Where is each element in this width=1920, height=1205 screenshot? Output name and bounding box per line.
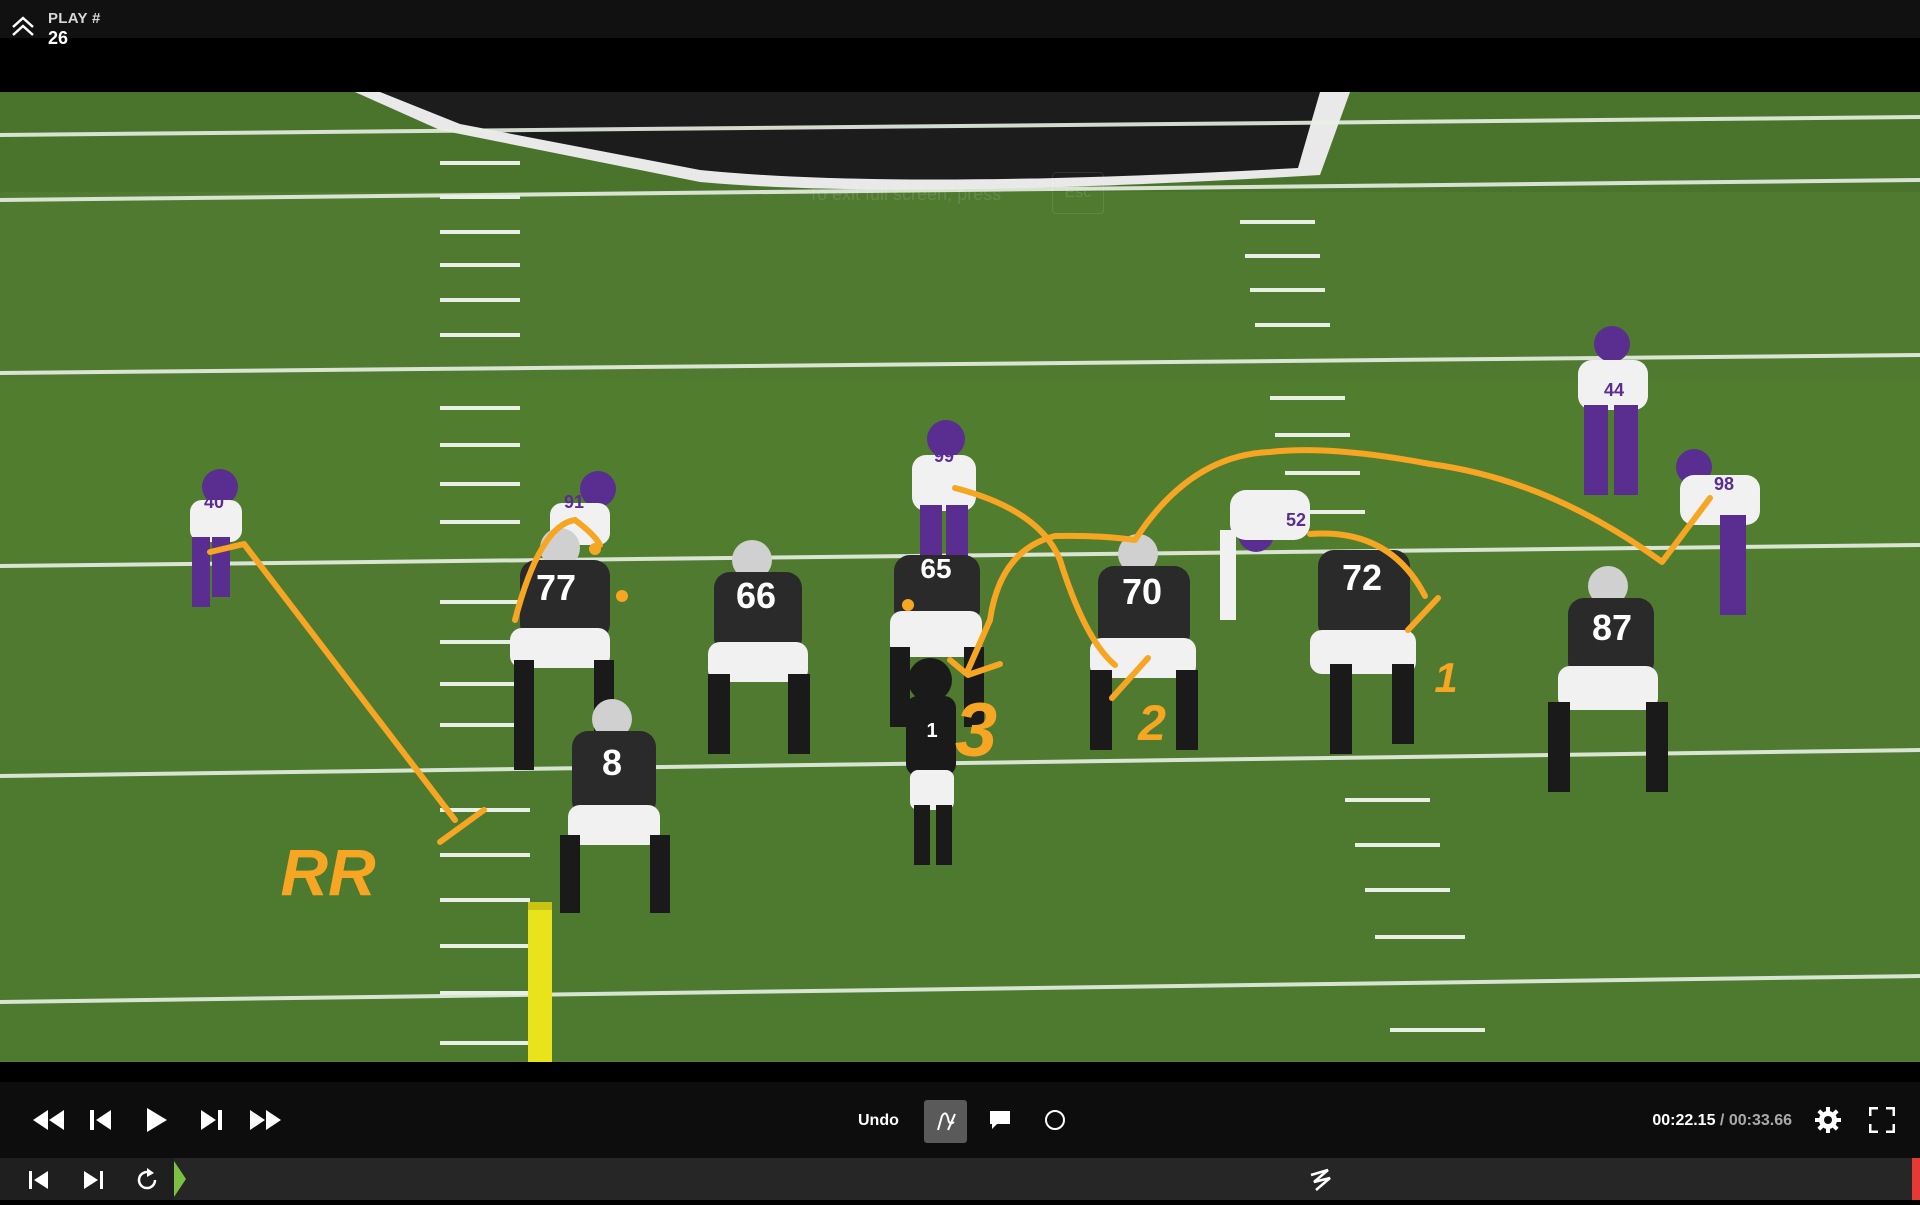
fullscreen-hint-key: Esc [1052, 172, 1104, 214]
jersey-number: 72 [1342, 557, 1382, 598]
video-frame[interactable]: 77 66 65 70 72 87 8 1 40 91 99 52 98 44 [0, 92, 1920, 1062]
top-bar: PLAY # 26 [0, 0, 1920, 48]
fullscreen-hint: To exit full screen, press [808, 184, 1002, 204]
gap-label-3: 3 [955, 688, 997, 773]
play-icon[interactable] [142, 1104, 172, 1136]
rewind-icon[interactable] [28, 1104, 68, 1136]
replay-icon[interactable] [132, 1164, 162, 1196]
skip-end-icon[interactable] [78, 1164, 108, 1196]
timeline-track[interactable] [174, 1158, 1920, 1200]
jersey-number: 65 [920, 553, 951, 584]
jersey-number: 66 [736, 575, 776, 616]
undo-button[interactable]: Undo [858, 1112, 899, 1130]
gap-label-2: 2 [1137, 695, 1166, 751]
skip-start-icon[interactable] [24, 1164, 54, 1196]
gear-icon[interactable] [1812, 1104, 1844, 1136]
marker-icon[interactable] [1306, 1164, 1336, 1196]
jersey-number: 70 [1122, 571, 1162, 612]
jersey-number: 98 [1714, 474, 1734, 494]
comment-icon[interactable] [985, 1104, 1015, 1136]
play-number: 26 [48, 28, 69, 48]
time-separator: / [1715, 1112, 1729, 1129]
jersey-number: 91 [564, 492, 584, 512]
timeline-bar [0, 1158, 1920, 1200]
jersey-number: 87 [1592, 607, 1632, 648]
jersey-number: 99 [934, 446, 954, 466]
jersey-number: 40 [204, 492, 224, 512]
time-display: 00:22.15 / 00:33.66 [1652, 1112, 1792, 1130]
start-marker[interactable] [174, 1161, 186, 1197]
collapse-icon[interactable] [10, 14, 36, 44]
field-scene: 77 66 65 70 72 87 8 1 40 91 99 52 98 44 [0, 92, 1920, 1062]
circle-icon[interactable] [1040, 1104, 1070, 1136]
step-back-icon[interactable] [86, 1104, 116, 1136]
control-bar: Undo 00:22.15 / 00:33.66 [0, 1082, 1920, 1158]
jersey-number: 77 [536, 567, 576, 608]
pen-icon [937, 1112, 956, 1131]
route-label: RR [280, 835, 376, 909]
jersey-number: 44 [1604, 380, 1624, 400]
end-marker[interactable] [1912, 1158, 1920, 1200]
jersey-number: 1 [926, 720, 937, 742]
pen-tool-button[interactable] [924, 1100, 967, 1143]
gap-label-1: 1 [1434, 654, 1457, 701]
jersey-number: 8 [602, 742, 622, 783]
total-time: 00:33.66 [1728, 1112, 1792, 1129]
step-forward-icon[interactable] [196, 1104, 226, 1136]
fullscreen-icon[interactable] [1866, 1104, 1898, 1136]
fast-forward-icon[interactable] [246, 1104, 286, 1136]
jersey-number: 52 [1286, 510, 1306, 530]
current-time: 00:22.15 [1652, 1112, 1716, 1129]
play-label: PLAY # [48, 10, 101, 27]
